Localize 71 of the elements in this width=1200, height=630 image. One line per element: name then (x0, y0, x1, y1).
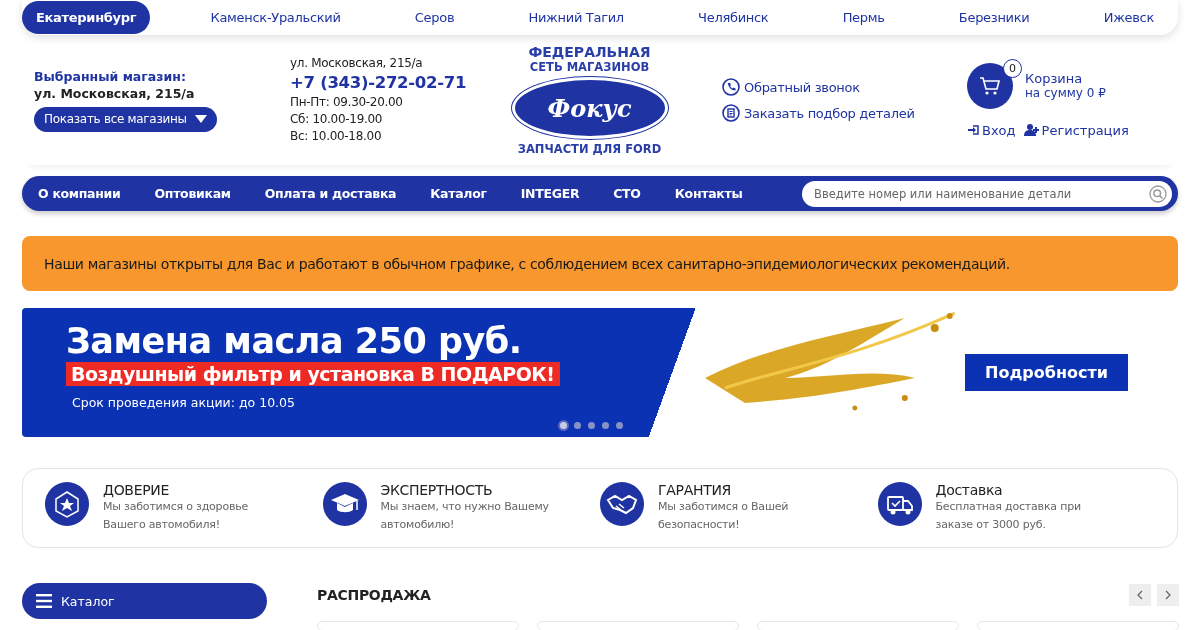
address-text: ул. Московская, 215/а (290, 55, 424, 72)
feature-text: Бесплатная доставка при заказе от 3000 руб. (935, 499, 1082, 533)
feature-title: Доставка (935, 482, 1004, 498)
hours-text: Вс: 10.00-18.00 (290, 128, 383, 145)
hours-text: Сб: 10.00-19.00 (290, 111, 384, 128)
search-icon (1149, 184, 1167, 203)
notice-banner: Наши магазины открыты для Вас и работают в обычном графике, с соблюдением всех санитарно-эпидемиологических рекомендаций. (22, 236, 1178, 291)
feature-title: ГАРАНТИЯ (658, 482, 732, 498)
auth-link[interactable]: Регистрация (1023, 122, 1129, 138)
nav-link[interactable]: СТО (613, 186, 641, 201)
promo-title: Замена масла 250 руб. (66, 320, 523, 362)
show-stores-button[interactable]: Показать все магазины (34, 106, 217, 132)
phone-icon (722, 78, 740, 96)
cart-count-badge: 0 (1003, 58, 1022, 78)
city-tab[interactable]: Челябинск (684, 1, 783, 34)
feature-title: ДОВЕРИЕ (103, 482, 171, 498)
star-badge-icon (45, 482, 89, 526)
truck-icon (877, 482, 922, 526)
hours-text: Пн-Пт: 09.30-20.00 (290, 94, 404, 111)
city-tab[interactable]: Каменск-Уральский (196, 1, 355, 34)
caret-icon (194, 115, 207, 123)
city-tab[interactable]: Ижевск (1089, 1, 1168, 34)
chevron-left-icon (1137, 590, 1143, 600)
nav-link[interactable]: О компании (38, 186, 121, 201)
city-tab[interactable]: Березники (944, 1, 1044, 34)
promo-note: Срок проведения акции: до 10.05 (72, 395, 296, 410)
city-tab[interactable]: Екатеринбург (22, 1, 151, 34)
city-tab[interactable]: Серов (400, 1, 469, 34)
phone-link[interactable]: +7 (343)-272-02-71 (290, 72, 502, 94)
action-link[interactable]: Обратный звонок (722, 78, 967, 96)
promo-highlight: Воздушный фильтр и установка В ПОДАРОК! (66, 362, 560, 386)
city-tab[interactable]: Пермь (828, 1, 899, 34)
feature-text: Мы заботимся о здоровье Вашего автомобиля! (103, 499, 250, 533)
logo-text: ЗАПЧАСТИ ДЛЯ FORD (516, 142, 663, 156)
previous-button[interactable] (1129, 584, 1151, 606)
slider-dot[interactable] (560, 422, 567, 429)
nav-link[interactable]: Каталог (430, 186, 487, 201)
nav-link[interactable]: INTEGER (520, 186, 580, 201)
chevron-right-icon (1165, 590, 1171, 600)
next-button[interactable] (1157, 584, 1179, 606)
feature-title: ЭКСПЕРТНОСТЬ (380, 482, 494, 498)
details-button[interactable]: Подробности (965, 354, 1128, 391)
logo-oval[interactable]: Фокус (511, 77, 668, 139)
nav-link[interactable]: Оптовикам (154, 186, 231, 201)
action-link[interactable]: Заказать подбор деталей (722, 104, 967, 122)
nav-link[interactable]: Оплата и доставка (264, 186, 397, 201)
store-label: Выбранный магазин: (34, 68, 187, 84)
feature-text: Мы знаем, что нужно Вашему автомобилю! (380, 499, 550, 533)
slider-dot[interactable] (588, 422, 595, 429)
feature-text: Мы заботимся о Вашей безопасности! (658, 499, 790, 533)
login-icon (967, 123, 979, 137)
cart-link[interactable]: Корзина (1025, 71, 1106, 86)
city-tab[interactable]: Нижний Тагил (514, 1, 638, 34)
store-address: ул. Московская, 215/а (34, 85, 196, 101)
nav-link[interactable]: Контакты (674, 186, 743, 201)
document-icon (722, 104, 740, 122)
auth-link[interactable]: Вход (967, 122, 1016, 138)
slider-dot[interactable] (616, 422, 623, 429)
logo-text: ФЕДЕРАЛЬНАЯ (527, 44, 652, 60)
slider-dot[interactable] (574, 422, 581, 429)
logo-text: СЕТЬ МАГАЗИНОВ (528, 60, 651, 74)
cart-icon (979, 75, 1001, 96)
section-title: РАСПРОДАЖА (317, 587, 431, 603)
catalog-button[interactable]: Каталог (22, 583, 267, 619)
handshake-icon (600, 482, 644, 526)
user-plus-icon (1023, 123, 1039, 137)
search-field[interactable]: Введите номер или наименование детали (802, 180, 1172, 207)
cart-sum-text: на сумму 0 ₽ (1025, 86, 1106, 100)
menu-icon (36, 594, 52, 608)
slider-dot[interactable] (602, 422, 609, 429)
graduation-cap-icon (322, 482, 367, 526)
